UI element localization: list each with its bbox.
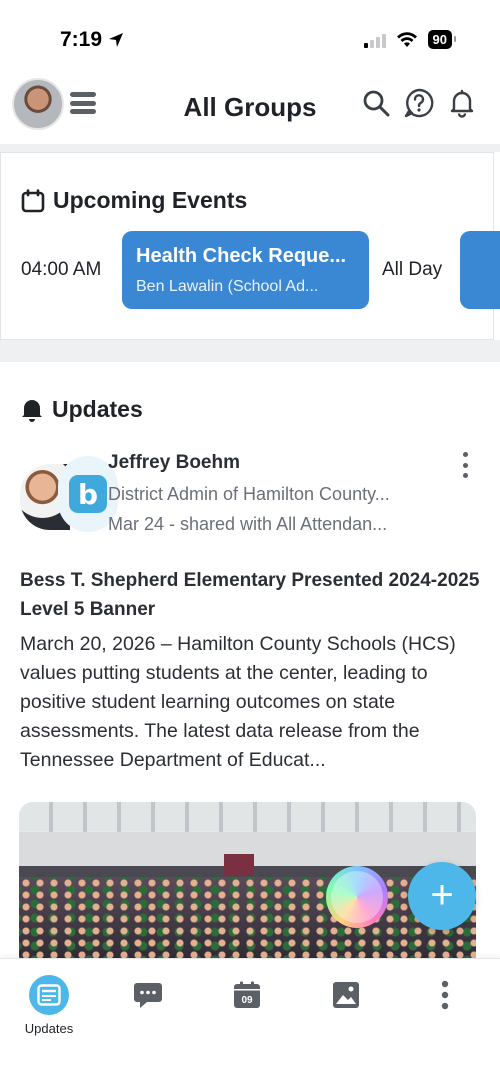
updates-icon <box>29 975 69 1015</box>
nav-photos[interactable] <box>301 975 391 1015</box>
nav-messages[interactable] <box>103 975 193 1015</box>
upcoming-events-heading: Upcoming Events <box>21 187 247 214</box>
post-author[interactable]: Jeffrey Boehm <box>108 452 240 474</box>
section-divider <box>0 340 500 362</box>
bottom-nav: Updates 09 <box>0 958 500 1076</box>
app-header: All Groups <box>0 70 500 144</box>
upcoming-events-card: Upcoming Events 04:00 AM Health Check Re… <box>0 152 500 340</box>
bell-icon <box>22 399 42 422</box>
event-time: All Day <box>382 259 443 280</box>
event-time: 04:00 AM <box>21 259 102 280</box>
calendar-icon <box>21 188 45 212</box>
nav-more[interactable] <box>400 975 490 1015</box>
upcoming-events-title: Upcoming Events <box>53 187 248 213</box>
calendar-date-text: 09 <box>241 995 253 1006</box>
status-bar: 7:19 90 <box>0 0 500 70</box>
post-author-role: District Admin of Hamilton County... <box>108 484 390 504</box>
nav-calendar[interactable]: 09 <box>202 975 292 1015</box>
status-time: 7:19 <box>60 28 124 52</box>
photos-icon <box>326 975 366 1015</box>
chat-icon <box>128 975 168 1015</box>
calendar-icon: 09 <box>227 975 267 1015</box>
header-divider <box>0 144 500 152</box>
post-body[interactable]: March 20, 2026 – Hamilton County Schools… <box>20 630 482 775</box>
post-photo[interactable] <box>19 802 476 962</box>
events-carousel[interactable]: 04:00 AM Health Check Reque... Ben Lawal… <box>1 231 500 311</box>
location-arrow-icon <box>109 33 124 47</box>
event-card[interactable]: Health Check Reque... Ben Lawalin (Schoo… <box>122 231 369 309</box>
search-icon[interactable] <box>361 88 391 118</box>
post-more-icon[interactable] <box>460 452 470 478</box>
nav-updates[interactable]: Updates <box>4 975 94 1036</box>
post-title[interactable]: Bess T. Shepherd Elementary Presented 20… <box>20 566 480 624</box>
nav-label: Updates <box>24 1021 74 1036</box>
wifi-icon <box>396 31 417 47</box>
post-header: b Jeffrey Boehm District Admin of Hamilt… <box>20 452 480 542</box>
event-title: Health Check Reque... <box>136 245 347 267</box>
updates-title: Updates <box>52 396 143 422</box>
post-meta: Mar 24 - shared with All Attendan... <box>108 514 388 534</box>
cellular-signal-icon <box>363 32 386 48</box>
bell-icon[interactable] <box>447 88 477 118</box>
add-post-button[interactable]: + <box>408 862 476 930</box>
status-indicators: 90 <box>363 30 457 49</box>
event-organizer: Ben Lawalin (School Ad... <box>136 278 319 295</box>
record-bubble-icon[interactable] <box>326 866 388 928</box>
event-card[interactable] <box>460 231 500 309</box>
status-time-text: 7:19 <box>60 28 103 51</box>
help-icon[interactable] <box>404 88 434 118</box>
more-icon <box>425 975 465 1015</box>
district-logo-mark: b <box>69 475 107 513</box>
battery-indicator: 90 <box>427 30 457 49</box>
updates-heading: Updates <box>20 396 143 423</box>
